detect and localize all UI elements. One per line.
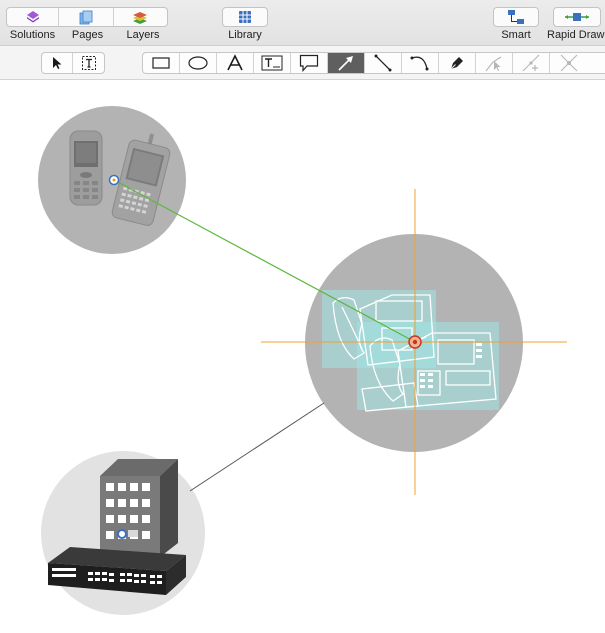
pen-nib-icon — [450, 57, 463, 70]
ellipse-icon — [188, 56, 208, 70]
speech-bubble-icon — [299, 54, 319, 72]
smart-connector-icon — [508, 10, 524, 24]
main-toolbar: Solutions Pages Layers Library Smart Rap… — [0, 0, 605, 46]
add-point-tool[interactable] — [513, 53, 550, 73]
connector-start-dot — [112, 178, 116, 182]
candybar-phone-shape — [69, 130, 103, 206]
smart-control — [493, 7, 539, 27]
text-a-icon — [227, 54, 243, 71]
straight-line-tool[interactable] — [365, 53, 402, 73]
pages-icon — [79, 10, 93, 24]
text-selection-tool[interactable] — [73, 53, 104, 73]
pen-tool[interactable] — [439, 53, 476, 73]
rectangle-icon — [152, 57, 170, 69]
point-edit-tool[interactable] — [476, 53, 513, 73]
solutions-button[interactable] — [7, 8, 60, 26]
add-point-icon — [522, 54, 540, 72]
line-arrow-tool[interactable] — [328, 53, 365, 73]
arrow-pointer-icon — [53, 57, 62, 69]
rapid-draw-icon — [565, 13, 589, 21]
ellipse-tool[interactable] — [180, 53, 217, 73]
text-tool[interactable] — [217, 53, 254, 73]
rapid-draw-button[interactable] — [554, 8, 600, 26]
layers-button[interactable] — [114, 8, 167, 26]
library-label: Library — [228, 29, 262, 41]
selection-tool[interactable] — [42, 53, 74, 73]
layers-label: Layers — [126, 29, 160, 41]
pages-button[interactable] — [59, 8, 114, 26]
drawing-tools-bar — [0, 46, 605, 80]
building-to-phones-connector[interactable] — [189, 402, 325, 492]
text-select-icon — [81, 56, 96, 70]
view-segmented-control — [6, 7, 168, 27]
library-grid-icon — [239, 11, 251, 23]
text-box-icon — [261, 55, 283, 71]
text-box-tool[interactable] — [254, 53, 291, 73]
smart-label: Smart — [501, 29, 531, 41]
delete-point-tool[interactable] — [550, 53, 587, 73]
solutions-label: Solutions — [9, 29, 56, 41]
callout-tool[interactable] — [291, 53, 328, 73]
selection-tools-group — [41, 52, 105, 74]
smart-button[interactable] — [494, 8, 538, 26]
point-edit-icon — [485, 56, 502, 72]
rectangle-tool[interactable] — [143, 53, 180, 73]
solutions-icon — [26, 11, 39, 23]
diagram-svg — [38, 106, 567, 615]
app-window: Solutions Pages Layers Library Smart Rap… — [0, 0, 605, 633]
straight-line-icon — [374, 54, 392, 72]
curved-line-tool[interactable] — [402, 53, 439, 73]
office-building-shape — [100, 459, 178, 558]
drawing-canvas[interactable] — [0, 81, 605, 633]
library-control — [222, 7, 268, 27]
rapid-draw-control — [553, 7, 601, 27]
diagonal-arrow-icon — [338, 56, 353, 71]
library-button[interactable] — [223, 8, 267, 26]
layers-icon — [133, 11, 148, 24]
shape-tools-group — [142, 52, 605, 74]
curved-line-icon — [410, 56, 429, 71]
pages-label: Pages — [71, 29, 104, 41]
rapid-draw-label: Rapid Draw — [547, 29, 605, 41]
connector-end-dot — [412, 339, 418, 345]
delete-point-icon — [560, 54, 577, 72]
